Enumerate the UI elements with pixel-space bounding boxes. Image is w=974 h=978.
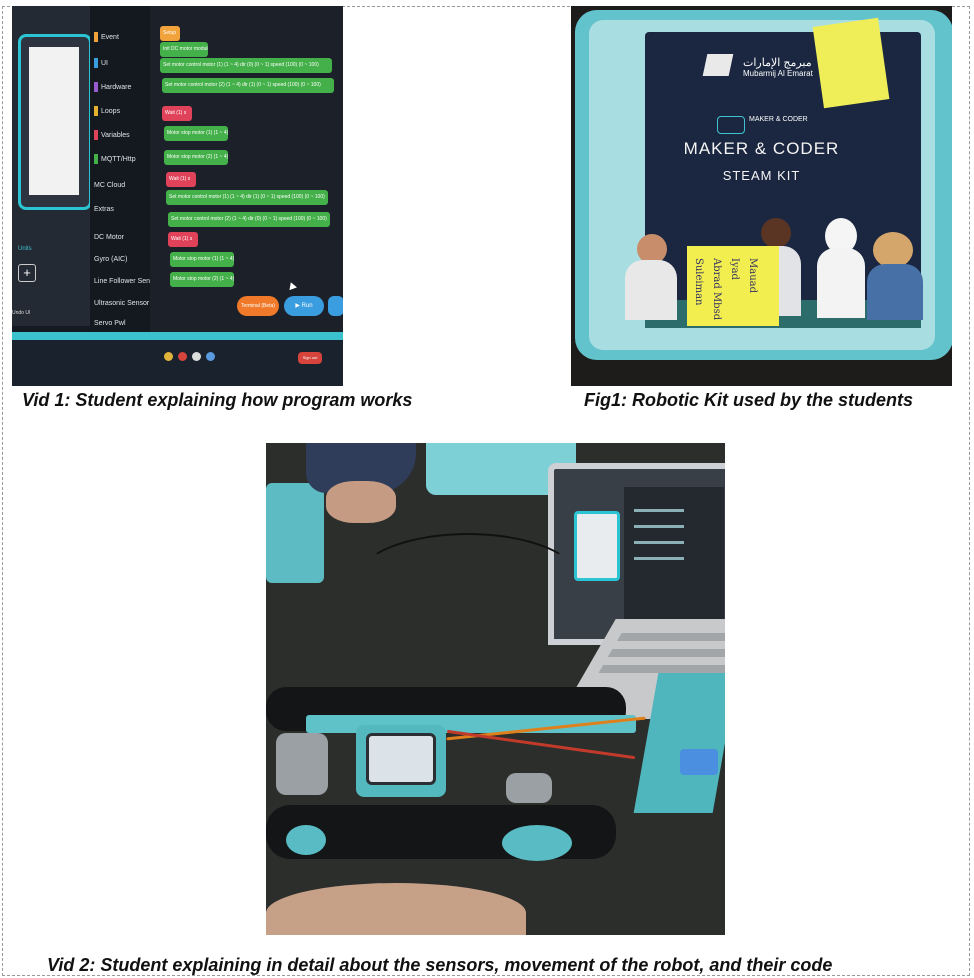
app-icon[interactable]	[206, 352, 215, 361]
category-mc-cloud[interactable]: MC Cloud	[94, 182, 125, 189]
category-ultrasonic[interactable]: Ultrasonic Sensor	[94, 300, 149, 307]
code-block[interactable]: Setup	[160, 26, 180, 41]
photo-program-screen: Units + Undo UI Event UI Hardware Loops …	[12, 6, 343, 386]
robot-wheel	[286, 825, 326, 855]
category-servo[interactable]: Servo Pwl	[94, 320, 126, 327]
code-block[interactable]: Motor stop motor (2) (1 ~ 4)	[170, 272, 234, 287]
sticky-note-names: Mauad Iyad Abrad Mbsd Suleiman	[687, 246, 779, 326]
robot-part	[266, 483, 324, 583]
caption-vid1: Vid 1: Student explaining how program wo…	[22, 390, 413, 410]
photo-robotic-kit: مبرمج الإمارات Mubarmij Al Emarat MAKER …	[571, 6, 952, 386]
category-loops[interactable]: Loops	[94, 106, 120, 116]
code-block[interactable]: Init DC motor module	[160, 42, 208, 57]
robot-sensor	[680, 749, 718, 775]
caption-vid2: Vid 2: Student explaining in detail abou…	[47, 955, 833, 975]
category-dc-motor[interactable]: DC Motor	[94, 234, 124, 241]
code-block[interactable]: Set motor control motor (1) (1 ~ 4) dir …	[160, 58, 332, 73]
laptop-screen	[548, 463, 725, 645]
device-preview	[18, 34, 92, 210]
code-block[interactable]: Motor stop motor (1) (1 ~ 4)	[170, 252, 234, 267]
stage-panel: Units + Undo UI	[12, 6, 92, 326]
code-block[interactable]: Set motor control motor (1) (1 ~ 4) dir …	[166, 190, 328, 205]
code-block[interactable]: Set motor control motor (2) (1 ~ 4) dir …	[168, 212, 330, 227]
code-block[interactable]: Wait (1) s	[162, 106, 192, 121]
student-hand	[326, 481, 396, 523]
category-mqtt[interactable]: MQTT/Http	[94, 154, 136, 164]
code-block[interactable]: Wait (1) s	[168, 232, 198, 247]
child-figure	[817, 248, 865, 318]
run-button[interactable]: ▶ Run	[284, 296, 324, 316]
maker-coder-logo-icon	[717, 116, 745, 134]
kit-title: MAKER & CODER	[683, 139, 840, 158]
units-label: Units	[18, 246, 32, 252]
category-extras[interactable]: Extras	[94, 206, 114, 213]
chrome-icon[interactable]	[164, 352, 173, 361]
extra-button[interactable]	[328, 296, 343, 316]
brand-logo-icon	[702, 54, 734, 76]
robot-motor	[276, 733, 328, 795]
app-icon[interactable]	[178, 352, 187, 361]
taskbar: Sign out	[12, 332, 343, 386]
block-workspace: Setup Init DC motor module Set motor con…	[150, 6, 343, 332]
code-block[interactable]: Set motor control motor (2) (1 ~ 4) dir …	[162, 78, 334, 93]
category-variables[interactable]: Variables	[94, 130, 130, 140]
photo-robot-demo	[266, 443, 725, 935]
maker-coder-badge-text: MAKER & CODER	[749, 116, 808, 123]
robot-wheel	[502, 825, 572, 861]
child-figure	[867, 264, 923, 320]
add-unit-icon[interactable]: +	[18, 264, 36, 282]
undo-label: Undo UI	[12, 310, 31, 316]
category-gyro[interactable]: Gyro (AIC)	[94, 256, 127, 263]
robot-controller	[356, 725, 446, 797]
code-block[interactable]: Wait (1) s	[166, 172, 196, 187]
student-hand	[266, 883, 526, 935]
code-block[interactable]: Motor stop motor (1) (1 ~ 4)	[164, 126, 228, 141]
child-figure	[761, 218, 791, 248]
caption-fig1: Fig1: Robotic Kit used by the students	[584, 390, 914, 410]
sticky-note	[812, 17, 890, 109]
child-figure	[625, 260, 677, 320]
app-icon[interactable]	[192, 352, 201, 361]
brand-logo-text: مبرمج الإمارات Mubarmij Al Emarat	[743, 57, 813, 78]
robot-motor	[506, 773, 552, 803]
code-block[interactable]: Motor stop motor (2) (1 ~ 4)	[164, 150, 228, 165]
category-list: Event UI Hardware Loops Variables MQTT/H…	[90, 6, 160, 332]
usb-cable	[356, 533, 580, 627]
category-ui[interactable]: UI	[94, 58, 108, 68]
kit-subtitle: STEAM KIT	[722, 168, 801, 183]
category-event[interactable]: Event	[94, 32, 119, 42]
terminal-button[interactable]: Terminal (Beta)	[237, 296, 279, 316]
child-figure	[873, 232, 913, 268]
sign-out-button[interactable]: Sign out	[298, 352, 322, 364]
category-hardware[interactable]: Hardware	[94, 82, 131, 92]
